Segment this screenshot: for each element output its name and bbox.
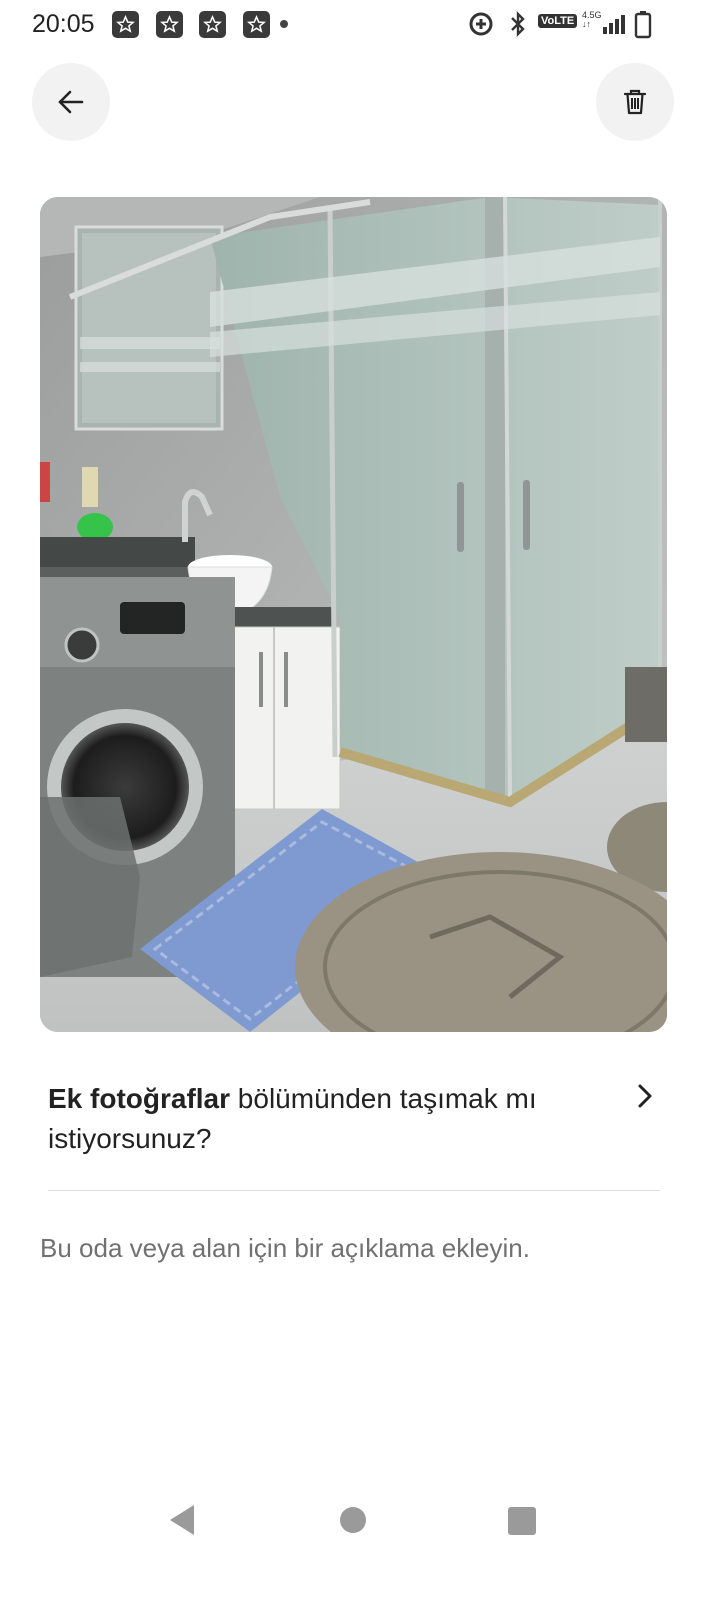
more-notifications-dot (280, 20, 288, 28)
recents-square-icon[interactable] (508, 1507, 536, 1535)
star-notification-icon (112, 11, 139, 38)
description-field[interactable]: Bu oda veya alan için bir açıklama ekley… (40, 1233, 680, 1264)
signal-icon (603, 15, 625, 34)
status-bar: 20:05 VoLTE 4.5G ↓↑ (0, 0, 720, 50)
arrow-left-icon (58, 90, 84, 114)
star-notification-icon (156, 11, 183, 38)
network-type: 4.5G ↓↑ (582, 10, 602, 29)
back-button[interactable] (32, 63, 110, 141)
chevron-right-icon (638, 1084, 652, 1108)
star-notification-icon (199, 11, 226, 38)
status-time: 20:05 (32, 10, 95, 38)
move-prompt-text: Ek fotoğraflar bölümünden taşımak mı ist… (48, 1083, 537, 1154)
divider (48, 1190, 660, 1191)
bathroom-illustration (40, 197, 667, 1032)
bluetooth-icon (511, 11, 525, 37)
home-circle-icon[interactable] (340, 1507, 366, 1533)
data-saver-icon (469, 12, 493, 36)
volte-badge: VoLTE (538, 14, 578, 28)
bathroom-photo[interactable] (40, 197, 667, 1032)
star-notification-icon (243, 11, 270, 38)
battery-icon (634, 11, 652, 39)
back-triangle-icon[interactable] (168, 1502, 196, 1538)
delete-button[interactable] (596, 63, 674, 141)
trash-icon (623, 89, 647, 115)
move-from-additional-photos-row[interactable]: Ek fotoğraflar bölümünden taşımak mı ist… (48, 1079, 660, 1159)
